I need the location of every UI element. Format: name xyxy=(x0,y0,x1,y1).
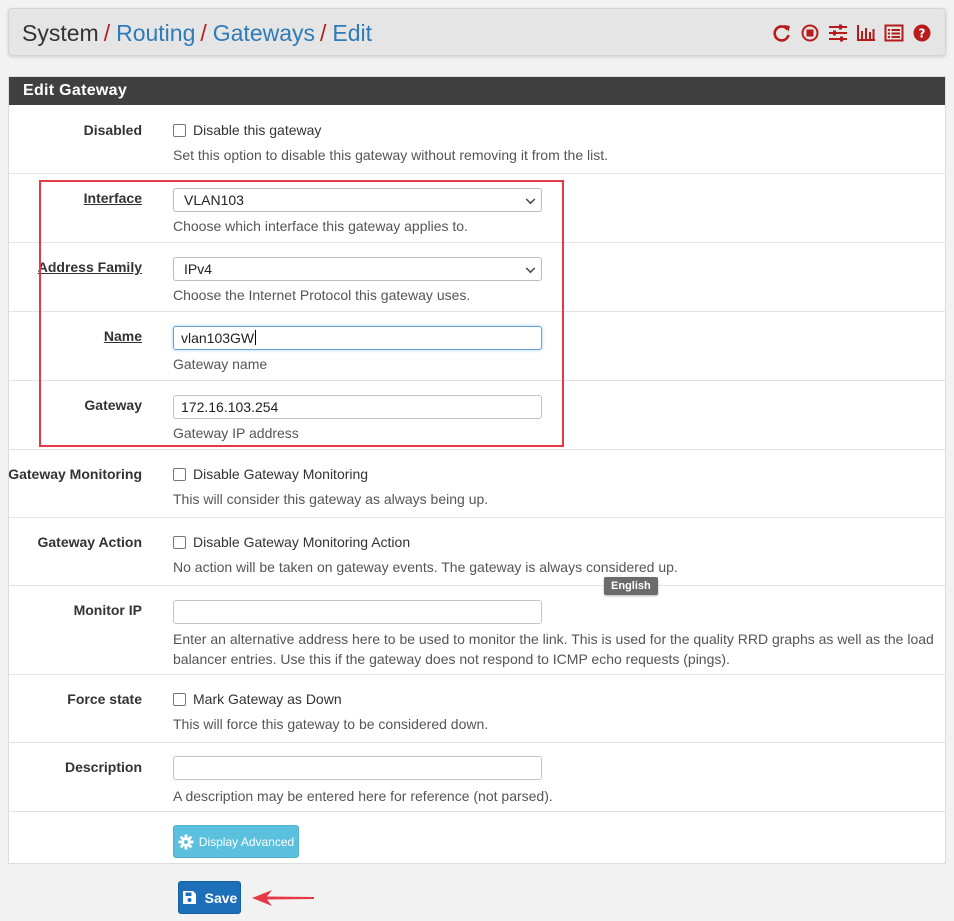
disable-monitoring-checkbox-wrap[interactable]: Disable Gateway Monitoring xyxy=(173,466,368,482)
annotation-arrow-icon xyxy=(252,890,314,906)
disabled-help: Set this option to disable this gateway … xyxy=(173,147,608,163)
disable-gateway-checkbox-label: Disable this gateway xyxy=(193,122,322,138)
breadcrumb: System / Routing / Gateways / Edit xyxy=(22,19,372,47)
force-state-help: This will force this gateway to be consi… xyxy=(173,716,489,732)
disable-monitoring-action-checkbox-label: Disable Gateway Monitoring Action xyxy=(193,534,411,550)
description-help: A description may be entered here for re… xyxy=(173,788,553,804)
monitor-ip-help: Enter an alternative address here to be … xyxy=(173,629,939,669)
row-monitor-ip: Monitor IP Enter an alternative address … xyxy=(9,586,945,675)
disable-monitoring-action-checkbox-wrap[interactable]: Disable Gateway Monitoring Action xyxy=(173,534,410,550)
display-advanced-button[interactable]: Display Advanced xyxy=(173,825,299,858)
breadcrumb-gateways[interactable]: Gateways xyxy=(213,20,315,46)
sliders-icon[interactable] xyxy=(827,23,849,43)
row-gateway-action: Gateway Action Disable Gateway Monitorin… xyxy=(9,518,945,586)
language-tooltip: English xyxy=(604,577,658,595)
display-advanced-label: Display Advanced xyxy=(198,834,295,849)
save-button[interactable]: Save xyxy=(178,881,241,914)
monitor-ip-input[interactable] xyxy=(173,600,542,624)
gear-icon xyxy=(178,834,194,849)
breadcrumb-separator: / xyxy=(103,20,111,46)
disable-monitoring-checkbox-label: Disable Gateway Monitoring xyxy=(193,466,369,482)
disable-gateway-checkbox-wrap[interactable]: Disable this gateway xyxy=(173,122,321,138)
monitor-ip-label: Monitor IP xyxy=(73,602,142,618)
gateway-monitoring-label: Gateway Monitoring xyxy=(8,466,142,482)
breadcrumb-root: System xyxy=(22,20,99,46)
gateway-action-label: Gateway Action xyxy=(37,534,142,550)
mark-down-checkbox[interactable] xyxy=(173,692,186,706)
breadcrumb-routing[interactable]: Routing xyxy=(116,20,195,46)
gateway-action-help: No action will be taken on gateway event… xyxy=(173,559,678,575)
disabled-label: Disabled xyxy=(83,122,142,138)
refresh-icon[interactable] xyxy=(771,23,793,43)
disable-monitoring-checkbox[interactable] xyxy=(173,467,186,481)
mark-down-checkbox-label: Mark Gateway as Down xyxy=(193,691,342,707)
toolbar: ? xyxy=(771,23,933,43)
force-state-label: Force state xyxy=(67,691,142,707)
breadcrumb-edit[interactable]: Edit xyxy=(332,20,372,46)
row-force-state: Force state Mark Gateway as Down This wi… xyxy=(9,675,945,743)
monitor-ip-help-line1: Enter an alternative address here to be … xyxy=(173,631,934,647)
stop-icon[interactable] xyxy=(799,23,821,43)
chart-icon[interactable] xyxy=(855,23,877,43)
svg-text:?: ? xyxy=(919,27,926,41)
disable-gateway-checkbox[interactable] xyxy=(173,123,186,137)
help-icon[interactable]: ? xyxy=(911,23,933,43)
monitor-ip-help-line2: balancer entries. Use this if the gatewa… xyxy=(173,651,730,667)
breadcrumb-separator: / xyxy=(320,20,327,46)
list-icon[interactable] xyxy=(883,23,905,43)
highlight-box xyxy=(39,180,564,447)
row-gateway-monitoring: Gateway Monitoring Disable Gateway Monit… xyxy=(8,450,945,518)
gateway-monitoring-help: This will consider this gateway as alway… xyxy=(173,491,489,507)
panel-title: Edit Gateway xyxy=(9,77,945,105)
disable-monitoring-action-checkbox[interactable] xyxy=(173,535,186,549)
mark-down-checkbox-wrap[interactable]: Mark Gateway as Down xyxy=(173,691,342,707)
description-input[interactable] xyxy=(173,756,542,780)
floppy-disk-icon xyxy=(182,891,196,904)
description-label: Description xyxy=(64,759,142,775)
breadcrumb-bar: System / Routing / Gateways / Edit ? xyxy=(8,8,946,56)
row-disabled: Disabled Disable this gateway Set this o… xyxy=(9,105,945,174)
row-description: Description A description may be entered… xyxy=(9,743,945,812)
breadcrumb-separator: / xyxy=(200,20,207,46)
save-label: Save xyxy=(204,889,238,906)
